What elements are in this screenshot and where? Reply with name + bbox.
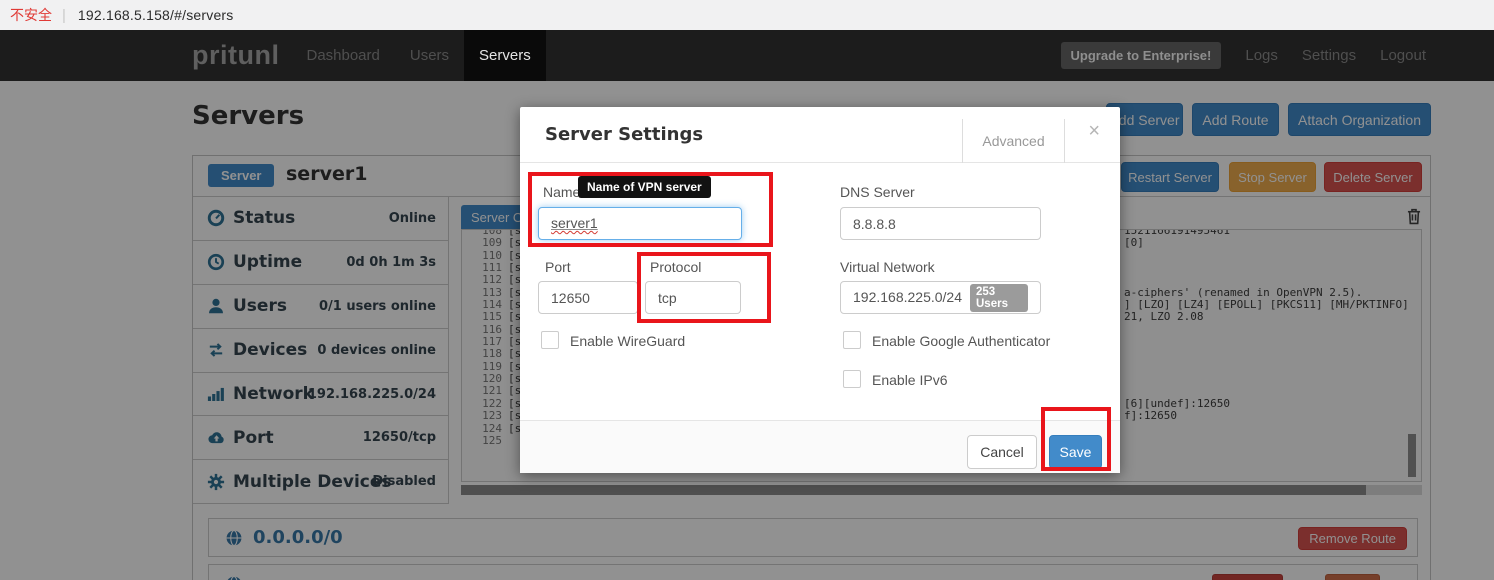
modal-header: Server Settings Advanced ×	[520, 107, 1120, 163]
annotation-box-save-button	[1041, 407, 1111, 471]
advanced-tab[interactable]: Advanced	[962, 119, 1065, 163]
google-auth-checkbox[interactable]	[843, 331, 861, 349]
virtual-network-input[interactable]: 192.168.225.0/24 253 Users	[840, 281, 1041, 314]
nav-item-logs[interactable]: Logs	[1233, 47, 1290, 64]
ipv6-checkbox[interactable]	[843, 370, 861, 388]
nav-item-logout[interactable]: Logout	[1368, 47, 1438, 64]
users-count-badge: 253 Users	[970, 283, 1028, 312]
close-icon[interactable]: ×	[1088, 121, 1100, 141]
wireguard-label: Enable WireGuard	[570, 333, 686, 349]
top-navbar: pritunl Dashboard Users Servers Upgrade …	[0, 30, 1494, 81]
virtual-network-label: Virtual Network	[840, 259, 935, 275]
server-settings-modal: Server Settings Advanced × Name Name of …	[520, 107, 1120, 473]
dns-server-label: DNS Server	[840, 184, 915, 200]
cancel-button[interactable]: Cancel	[967, 435, 1037, 469]
nav-item-users[interactable]: Users	[395, 30, 464, 81]
annotation-box-name-field	[528, 172, 773, 247]
virtual-network-value: 192.168.225.0/24	[853, 289, 962, 305]
port-label: Port	[545, 259, 571, 275]
browser-address-bar[interactable]: 不安全 | 192.168.5.158/#/servers	[0, 0, 1494, 30]
dns-server-input[interactable]	[840, 207, 1041, 240]
port-input[interactable]	[538, 281, 638, 314]
modal-title: Server Settings	[545, 124, 704, 145]
nav-item-servers[interactable]: Servers	[464, 30, 546, 81]
address-url[interactable]: 192.168.5.158/#/servers	[78, 7, 234, 23]
modal-footer: Cancel Save	[520, 420, 1120, 473]
upgrade-enterprise-button[interactable]: Upgrade to Enterprise!	[1060, 42, 1222, 69]
pritunl-logo: pritunl	[192, 40, 280, 70]
address-bar-divider: |	[62, 6, 66, 24]
nav-item-dashboard[interactable]: Dashboard	[291, 30, 394, 81]
google-auth-label: Enable Google Authenticator	[872, 333, 1051, 349]
insecure-warning-label: 不安全	[10, 7, 52, 23]
nav-item-settings[interactable]: Settings	[1290, 47, 1368, 64]
wireguard-checkbox[interactable]	[541, 331, 559, 349]
annotation-box-protocol-field	[637, 252, 771, 323]
navbar-right: Upgrade to Enterprise! Logs Settings Log…	[1060, 30, 1438, 81]
app-window: 不安全 | 192.168.5.158/#/servers pritunl Da…	[0, 0, 1494, 580]
ipv6-label: Enable IPv6	[872, 372, 948, 388]
